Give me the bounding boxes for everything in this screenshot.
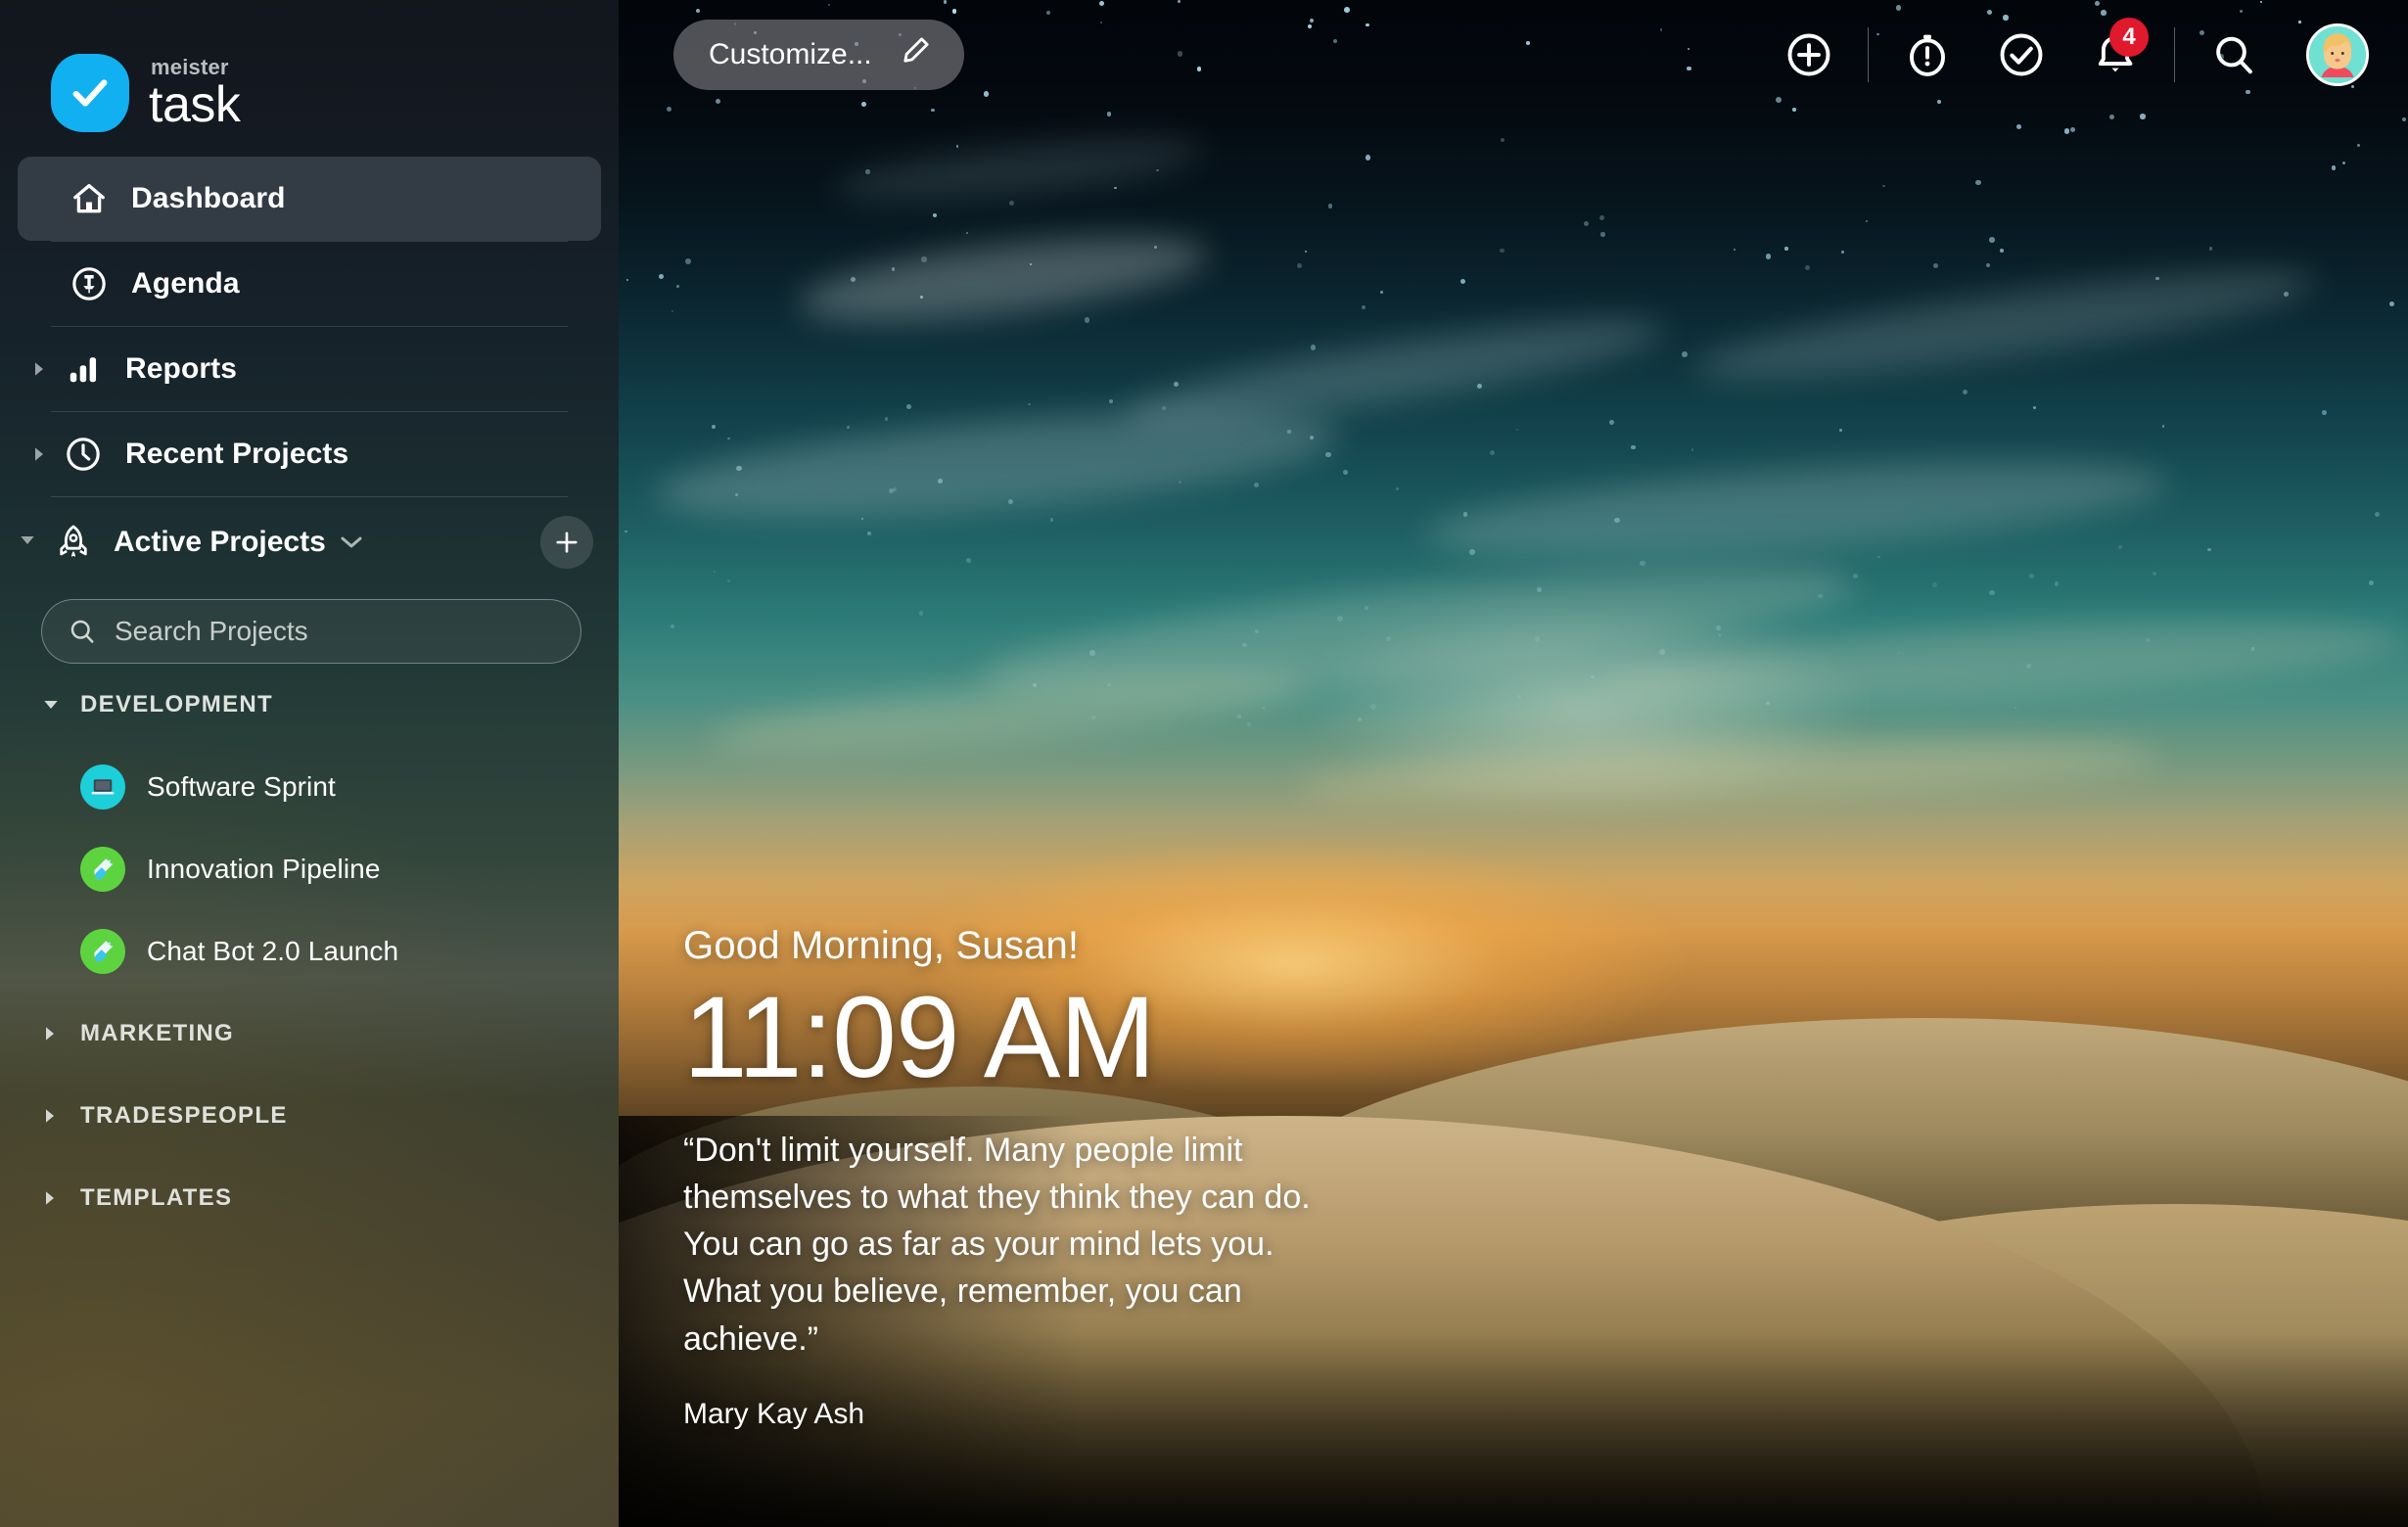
dashboard-main: Customize... 4 Good Morning, Susan! 11:0… [619,0,2408,1527]
project-group-development[interactable]: DEVELOPMENT [0,664,619,746]
project-item-label: Chat Bot 2.0 Launch [147,936,399,966]
project-group-tradespeople[interactable]: TRADESPEOPLE [0,1075,619,1157]
topbar-actions: 4 [1762,18,2369,90]
quote-author: Mary Kay Ash [683,1398,865,1430]
triangle-right-icon[interactable] [43,1190,69,1206]
project-group-marketing[interactable]: MARKETING [0,993,619,1075]
project-group-label: DEVELOPMENT [80,691,273,717]
sidebar-item-label: Reports [125,352,238,385]
search-icon[interactable] [2187,20,2281,90]
laptop-icon [80,764,125,810]
project-group-label: TRADESPEOPLE [80,1102,288,1129]
test-tube-icon [80,929,125,974]
check-circle-icon[interactable] [1974,20,2068,90]
sidebar-item-recent-projects[interactable]: Recent Projects [18,412,601,496]
triangle-right-icon[interactable] [43,1026,69,1041]
app-logo[interactable]: meister task [0,0,619,145]
sidebar: meister task Dashboard Agenda Reports Re… [0,0,619,1527]
sidebar-nav: Dashboard Agenda Reports Recent Projects [0,157,619,497]
project-item-innovation-pipeline[interactable]: Innovation Pipeline [0,828,619,910]
app-root: meister task Dashboard Agenda Reports Re… [0,0,2408,1527]
bar-chart-icon [57,351,110,387]
quote-text: “Don't limit yourself. Many people limit… [683,1131,1311,1358]
chevron-down-icon[interactable] [340,533,363,551]
triangle-down-icon[interactable] [43,698,69,712]
divider [1868,27,1869,82]
sidebar-item-label: Agenda [131,267,240,300]
project-item-chat-bot-launch[interactable]: Chat Bot 2.0 Launch [0,910,619,993]
project-item-software-sprint[interactable]: Software Sprint [0,746,619,828]
pin-circle-icon [63,264,116,303]
test-tube-icon [80,847,125,892]
chevron-right-icon[interactable] [31,361,57,377]
logo-task-text: task [149,75,241,133]
search-icon [68,617,97,646]
triangle-right-icon[interactable] [43,1108,69,1124]
avatar[interactable] [2306,23,2369,86]
rocket-icon [47,523,100,562]
project-item-label: Software Sprint [147,771,336,802]
stopwatch-icon[interactable] [1880,20,1974,90]
divider [2174,27,2175,82]
active-projects-label: Active Projects [114,526,326,558]
top-bar: Customize... 4 [619,0,2408,110]
home-icon [63,180,116,217]
bell-icon[interactable]: 4 [2068,18,2162,90]
customize-label: Customize... [709,38,872,70]
customize-button[interactable]: Customize... [673,20,964,90]
greeting-text: Good Morning, Susan! [683,924,1080,968]
greeting-block: Good Morning, Susan! 11:09 AM “Don't lim… [683,924,1311,1431]
sidebar-item-label: Recent Projects [125,438,349,470]
search-projects-box[interactable] [41,599,581,664]
pencil-icon [898,33,933,76]
project-group-label: MARKETING [80,1020,235,1046]
sidebar-item-dashboard[interactable]: Dashboard [18,157,601,241]
checkmark-icon [51,54,129,132]
project-item-label: Innovation Pipeline [147,854,381,884]
clock-time: 11:09 AM [683,973,1156,1103]
logo-meister-text: meister [151,54,229,79]
add-project-button[interactable] [540,516,593,569]
notification-badge: 4 [2109,18,2149,57]
sidebar-item-reports[interactable]: Reports [18,327,601,411]
sidebar-item-agenda[interactable]: Agenda [18,242,601,326]
chevron-right-icon[interactable] [31,446,57,462]
clock-icon [57,435,110,474]
active-projects-header[interactable]: Active Projects [0,497,619,587]
sidebar-item-label: Dashboard [131,182,286,214]
project-group-templates[interactable]: TEMPLATES [0,1157,619,1239]
plus-circle-icon[interactable] [1762,20,1856,90]
search-projects-input[interactable] [115,616,447,647]
chevron-down-icon[interactable] [20,532,47,553]
project-group-label: TEMPLATES [80,1184,233,1211]
